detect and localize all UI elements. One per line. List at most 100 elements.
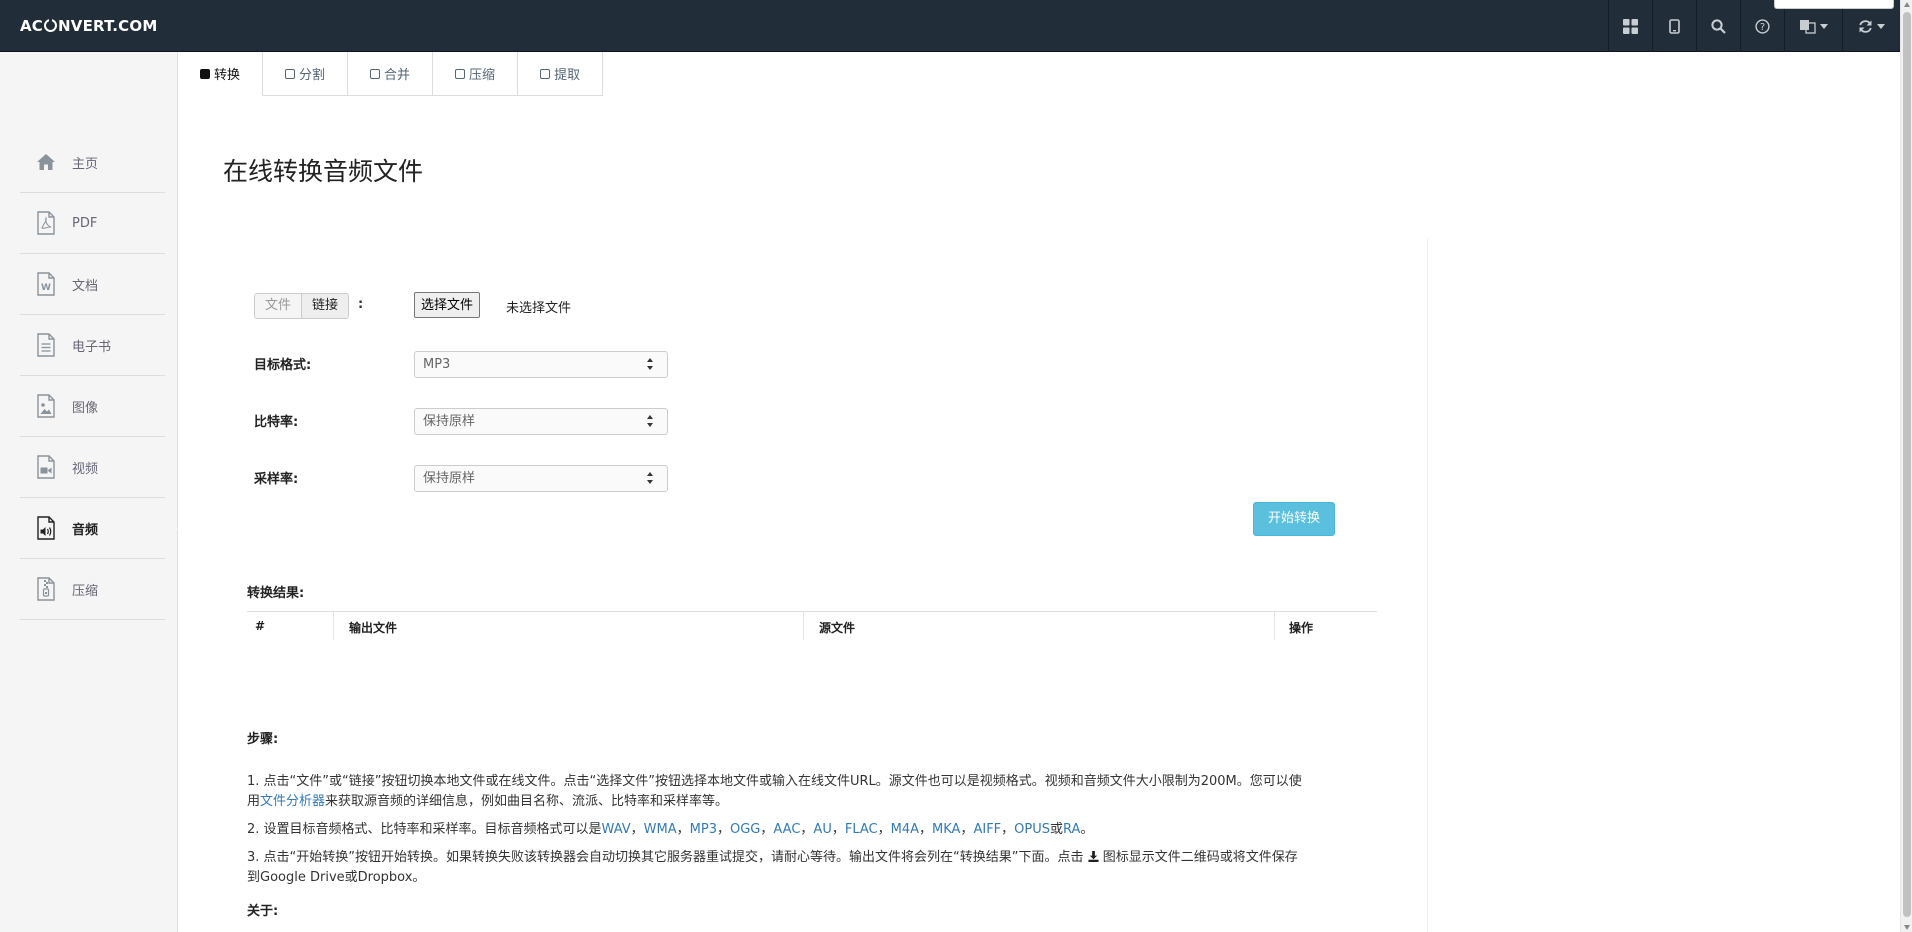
format-link-ogg[interactable]: OGG [730, 822, 760, 837]
link-toggle-button[interactable]: 链接 [301, 294, 349, 318]
start-convert-button[interactable]: 开始转换 [1253, 502, 1335, 536]
sidebar-item-home[interactable]: 主页 [20, 132, 165, 193]
logo-refresh-icon [44, 19, 58, 32]
sync-icon [1859, 19, 1872, 33]
format-link-wav[interactable]: WAV [602, 822, 631, 837]
step-1-text-cont: 用 [247, 794, 261, 809]
top-navbar: AC NVERT.COM ? [0, 0, 1900, 52]
download-icon [1088, 851, 1099, 862]
sidebar-item-video[interactable]: 视频 [20, 437, 165, 498]
checkbox-empty-icon [370, 68, 381, 79]
tablet-icon [1669, 18, 1680, 34]
tab-label: 转换 [214, 68, 241, 83]
format-separator: ， [1001, 822, 1015, 837]
mobile-button[interactable] [1652, 0, 1696, 52]
step-2-or: 或 [1050, 822, 1064, 837]
format-link-ra[interactable]: RA [1063, 822, 1080, 837]
format-link-mp3[interactable]: MP3 [690, 822, 717, 837]
word-file-icon: W [34, 271, 58, 297]
page-scrollbar[interactable] [1900, 0, 1912, 932]
step-1-text: 1. 点击“文件”或“链接”按钮切换本地文件或在线文件。点击“选择文件”按钮选择… [247, 774, 1302, 789]
sidebar-item-audio[interactable]: 音频 [20, 498, 186, 559]
samplerate-value: 保持原样 [423, 471, 476, 486]
format-link-mka[interactable]: MKA [932, 822, 960, 837]
bitrate-row: 比特率: 保持原样 [246, 408, 668, 436]
checkbox-empty-icon [455, 68, 466, 79]
scroll-thumb[interactable] [1903, 12, 1911, 917]
format-link-opus[interactable]: OPUS [1014, 822, 1050, 837]
apps-grid-button[interactable] [1608, 0, 1652, 52]
tab-split[interactable]: 分割 [263, 52, 349, 96]
chevron-down-icon [1877, 23, 1885, 29]
sidebar-item-pdf[interactable]: PDF [20, 193, 165, 254]
archive-file-icon [34, 576, 58, 602]
sidebar-item-label: 电子书 [72, 339, 112, 355]
scroll-up-arrow-icon[interactable] [1904, 2, 1910, 7]
format-link-wma[interactable]: WMA [644, 822, 677, 837]
page-title: 在线转换音频文件 [223, 157, 424, 186]
sidebar-item-archive[interactable]: 压缩 [20, 559, 165, 620]
search-icon [1711, 18, 1726, 34]
column-separator [1274, 612, 1275, 640]
format-link-m4a[interactable]: M4A [891, 822, 919, 837]
file-analyzer-link[interactable]: 文件分析器 [260, 794, 325, 809]
sidebar-item-label: 音频 [72, 522, 99, 538]
language-icon [1799, 19, 1816, 34]
format-separator: ， [630, 822, 644, 837]
source-row: 文件 链接 : 选择文件 未选择文件 [246, 292, 666, 321]
svg-text:W: W [41, 283, 51, 293]
scroll-down-arrow-icon[interactable] [1904, 925, 1910, 930]
select-arrows-icon [647, 358, 653, 371]
column-separator [333, 612, 334, 640]
step-3-text: 3. 点击“开始转换”按钮开始转换。如果转换失败该转换器会自动切换其它服务器重试… [247, 850, 1084, 865]
format-link-flac[interactable]: FLAC [845, 822, 878, 837]
image-file-icon [34, 393, 58, 419]
sidebar-item-label: 视频 [72, 461, 99, 477]
tab-label: 合并 [384, 68, 411, 83]
format-separator: ， [919, 822, 933, 837]
no-file-text: 未选择文件 [506, 301, 572, 316]
brand-logo[interactable]: AC NVERT.COM [20, 0, 157, 52]
pdf-file-icon [34, 210, 58, 236]
samplerate-label: 采样率: [254, 472, 299, 487]
tab-compress[interactable]: 压缩 [433, 52, 519, 96]
step-2: 2. 设置目标音频格式、比特率和采样率。目标音频格式可以是WAV，WMA，MP3… [247, 820, 1367, 840]
samplerate-select[interactable]: 保持原样 [414, 465, 668, 492]
instructions: 步骤: 1. 点击“文件”或“链接”按钮切换本地文件或在线文件。点击“选择文件”… [247, 730, 1367, 922]
tab-merge[interactable]: 合并 [348, 52, 434, 96]
steps-heading: 步骤: [247, 732, 279, 747]
format-link-aac[interactable]: AAC [773, 822, 800, 837]
step-1: 1. 点击“文件”或“链接”按钮切换本地文件或在线文件。点击“选择文件”按钮选择… [247, 772, 1367, 812]
step-2-end: 。 [1080, 822, 1094, 837]
step-2-text: 2. 设置目标音频格式、比特率和采样率。目标音频格式可以是 [247, 822, 602, 837]
search-button[interactable] [1696, 0, 1740, 52]
source-toggle: 文件 链接 [254, 293, 350, 319]
help-icon: ? [1755, 18, 1770, 34]
step-1-text-end: 来获取源音频的详细信息，例如曲目名称、流派、比特率和采样率等。 [325, 794, 729, 809]
sidebar-item-document[interactable]: W 文档 [20, 254, 165, 315]
tab-convert[interactable]: 转换 [178, 52, 264, 96]
tab-label: 压缩 [469, 68, 496, 83]
format-link-au[interactable]: AU [813, 822, 831, 837]
choose-file-button[interactable]: 选择文件 [414, 292, 481, 318]
about-heading: 关于: [247, 904, 279, 919]
svg-text:?: ? [1760, 22, 1765, 33]
column-header-source: 源文件 [819, 621, 856, 635]
sidebar-item-image[interactable]: 图像 [20, 376, 165, 437]
column-header-output: 输出文件 [349, 621, 398, 635]
sidebar-item-ebook[interactable]: 电子书 [20, 315, 165, 376]
bitrate-select[interactable]: 保持原样 [414, 408, 668, 435]
select-arrows-icon [647, 472, 653, 485]
format-link-aiff[interactable]: AIFF [973, 822, 1001, 837]
target-format-select[interactable]: MP3 [414, 351, 668, 378]
format-separator: ， [831, 822, 845, 837]
tab-label: 分割 [299, 68, 326, 83]
results-table: # 输出文件 源文件 操作 [247, 611, 1377, 640]
format-separator: ， [960, 822, 974, 837]
format-separator: ， [716, 822, 730, 837]
bitrate-label: 比特率: [254, 415, 299, 430]
brand-text-right: NVERT.COM [58, 17, 158, 35]
file-toggle-button[interactable]: 文件 [255, 294, 302, 318]
tab-extract[interactable]: 提取 [518, 52, 604, 96]
target-format-row: 目标格式: MP3 [246, 351, 668, 379]
